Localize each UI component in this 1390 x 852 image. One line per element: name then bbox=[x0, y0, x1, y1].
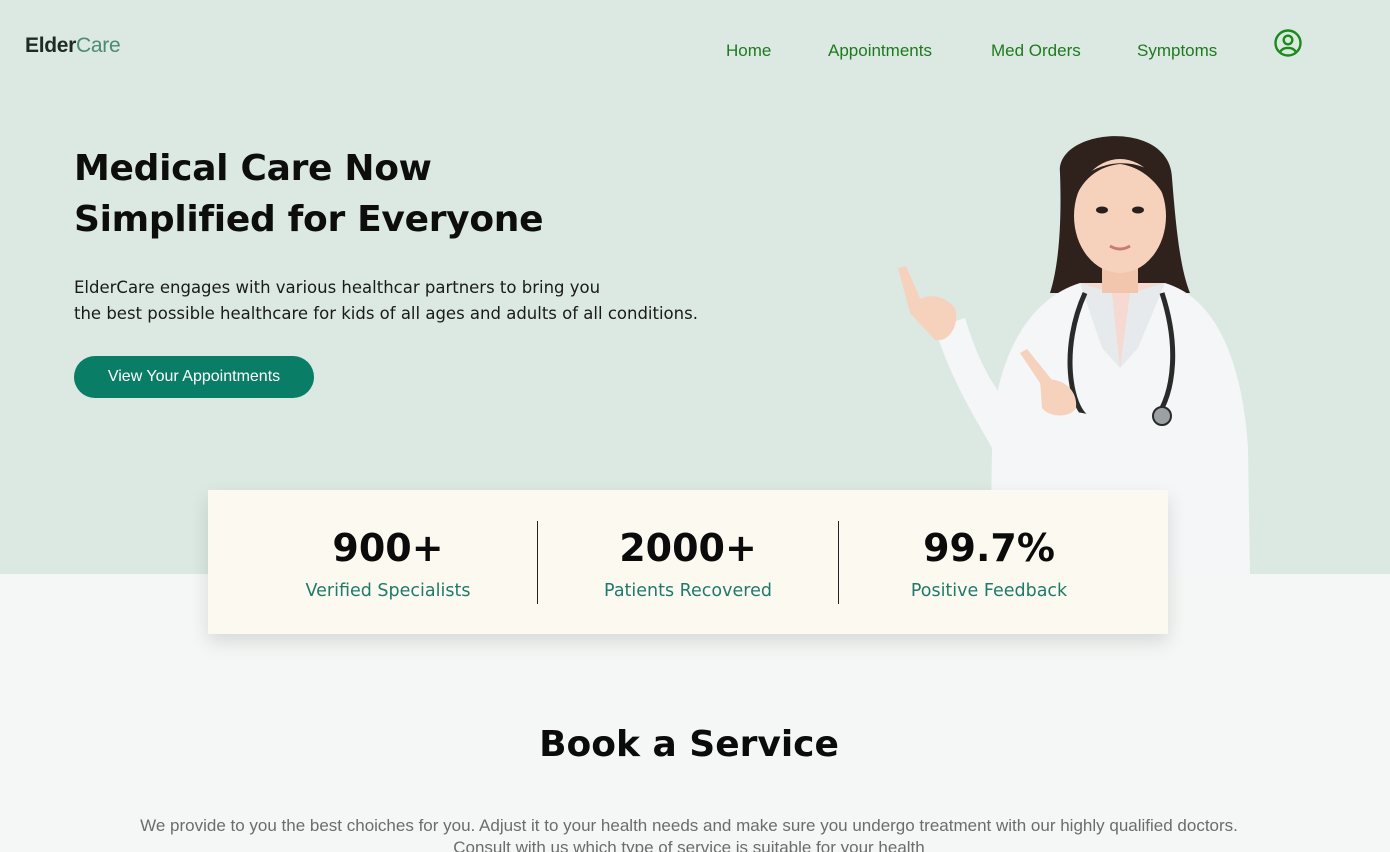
logo-text-secondary: Care bbox=[76, 34, 121, 57]
nav-med-orders[interactable]: Med Orders bbox=[991, 41, 1081, 61]
nav-appointments[interactable]: Appointments bbox=[828, 41, 932, 61]
hero-description-line2: the best possible healthcare for kids of… bbox=[74, 304, 698, 323]
stat-label: Patients Recovered bbox=[604, 581, 772, 601]
stat-value: 99.7% bbox=[923, 526, 1055, 570]
stat-label: Verified Specialists bbox=[305, 581, 471, 601]
services-title: Book a Service bbox=[539, 724, 839, 765]
nav-home[interactable]: Home bbox=[726, 41, 771, 61]
stat-value: 2000+ bbox=[619, 526, 757, 570]
stat-patients: 2000+ Patients Recovered bbox=[538, 490, 838, 634]
hero-description-line1: ElderCare engages with various healthcar… bbox=[74, 278, 601, 297]
stat-label: Positive Feedback bbox=[910, 581, 1068, 601]
stat-value: 900+ bbox=[332, 526, 444, 570]
logo-text-primary: Elder bbox=[25, 34, 77, 57]
hero-title-line2: Simplified for Everyone bbox=[74, 199, 544, 240]
services-description-line2: Consult with us which type of service is… bbox=[453, 838, 925, 852]
hero-title-line1: Medical Care Now bbox=[74, 148, 432, 189]
logo[interactable]: ElderCare bbox=[25, 34, 121, 58]
stats-panel: 900+ Verified Specialists 2000+ Patients… bbox=[208, 490, 1168, 634]
user-circle-icon[interactable] bbox=[1273, 28, 1303, 58]
services-description-line1: We provide to you the best choiches for … bbox=[140, 816, 1238, 835]
view-appointments-button[interactable]: View Your Appointments bbox=[74, 356, 314, 398]
stat-feedback: 99.7% Positive Feedback bbox=[839, 490, 1139, 634]
stat-specialists: 900+ Verified Specialists bbox=[238, 490, 538, 634]
nav-symptoms[interactable]: Symptoms bbox=[1137, 41, 1217, 61]
